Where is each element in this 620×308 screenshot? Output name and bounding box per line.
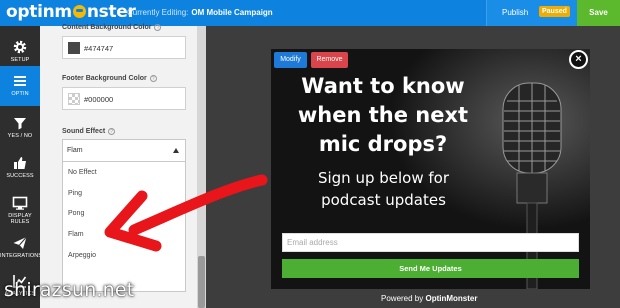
powered-by: Powered by OptinMonster bbox=[381, 294, 477, 303]
powered-by-prefix: Powered by bbox=[381, 294, 424, 303]
logo[interactable]: optinm nster bbox=[6, 2, 136, 22]
caret-up-icon bbox=[173, 148, 179, 153]
top-bar: optinm nster Currently Editing: OM Mobile … bbox=[0, 0, 620, 26]
sound-effect-label: Sound Effect? bbox=[62, 128, 116, 135]
left-nav: Setup Optin Yes / No Success Display Rul… bbox=[0, 26, 43, 308]
nav-label-display-rules: Display Rules bbox=[8, 213, 32, 225]
status-badge: Paused bbox=[539, 6, 570, 17]
option-no-effect[interactable]: No Effect bbox=[68, 169, 97, 176]
popup-headline: Want to know when the next mic drops? bbox=[297, 74, 469, 156]
powered-by-link[interactable]: OptinMonster bbox=[425, 294, 477, 303]
filter-icon bbox=[14, 118, 26, 130]
monster-logo-icon bbox=[72, 5, 86, 18]
currently-editing: Currently Editing: OM Mobile Campaign bbox=[127, 8, 273, 17]
editing-label: Currently Editing: bbox=[127, 8, 189, 17]
sound-effect-selected: Flam bbox=[67, 147, 83, 154]
nav-item-display-rules[interactable]: Display Rules bbox=[0, 188, 40, 228]
sound-effect-options: No Effect Ping Pong Flam Arpeggio bbox=[62, 162, 186, 292]
paper-plane-icon bbox=[13, 236, 27, 249]
help-icon[interactable]: ? bbox=[108, 128, 116, 135]
menu-icon bbox=[14, 76, 26, 86]
watermark: shirazsun.net bbox=[4, 279, 135, 301]
footer-bg-color-value: #000000 bbox=[84, 95, 114, 104]
nav-item-yes-no[interactable]: Yes / No bbox=[0, 108, 40, 148]
thumbs-up-icon bbox=[14, 157, 26, 169]
gear-icon bbox=[13, 40, 27, 54]
option-pong[interactable]: Pong bbox=[68, 210, 84, 217]
content-bg-label: Content Background Color? bbox=[62, 24, 162, 31]
nav-item-integrations[interactable]: Integrations bbox=[0, 228, 43, 268]
publish-button[interactable]: Publish Paused bbox=[486, 0, 577, 26]
content-bg-color-value: #474747 bbox=[84, 44, 114, 53]
option-arpeggio[interactable]: Arpeggio bbox=[68, 252, 96, 259]
option-flam[interactable]: Flam bbox=[68, 231, 84, 238]
nav-label-setup: Setup bbox=[10, 57, 30, 63]
monitor-icon bbox=[12, 196, 28, 210]
nav-label-yes-no: Yes / No bbox=[7, 133, 33, 139]
footer-bg-label-text: Footer Background Color bbox=[62, 75, 147, 82]
nav-item-optin[interactable]: Optin bbox=[0, 66, 40, 106]
close-icon[interactable]: × bbox=[569, 50, 588, 69]
scrollbar-thumb[interactable] bbox=[198, 256, 205, 308]
content-bg-color-field[interactable]: #474747 bbox=[62, 36, 186, 59]
footer-bg-label: Footer Background Color? bbox=[62, 75, 157, 82]
modify-button[interactable]: Modify bbox=[274, 52, 307, 68]
nav-label-integrations: Integrations bbox=[0, 253, 43, 259]
nav-label-optin: Optin bbox=[11, 91, 29, 97]
remove-button[interactable]: Remove bbox=[311, 52, 348, 68]
option-ping[interactable]: Ping bbox=[68, 190, 82, 197]
color-swatch[interactable] bbox=[68, 42, 80, 54]
popup-subline: Sign up below for podcast updates bbox=[317, 169, 450, 209]
send-me-updates-button[interactable]: Send Me Updates bbox=[282, 259, 579, 278]
content-bg-label-text: Content Background Color bbox=[62, 24, 152, 31]
email-field[interactable] bbox=[282, 233, 579, 252]
transparent-swatch[interactable] bbox=[68, 93, 80, 105]
sound-effect-select[interactable]: Flam bbox=[62, 139, 186, 162]
panel-scrollbar[interactable] bbox=[197, 26, 206, 308]
publish-label: Publish bbox=[502, 8, 529, 17]
nav-item-success[interactable]: Success bbox=[0, 148, 40, 188]
nav-label-success: Success bbox=[6, 173, 34, 179]
save-button[interactable]: Save bbox=[577, 0, 620, 26]
sound-effect-label-text: Sound Effect bbox=[62, 128, 106, 135]
help-icon[interactable]: ? bbox=[154, 24, 162, 31]
campaign-name: OM Mobile Campaign bbox=[191, 8, 273, 17]
help-icon[interactable]: ? bbox=[149, 75, 157, 82]
footer-bg-color-field[interactable]: #000000 bbox=[62, 87, 186, 110]
logo-text-start: optinm bbox=[6, 2, 72, 22]
